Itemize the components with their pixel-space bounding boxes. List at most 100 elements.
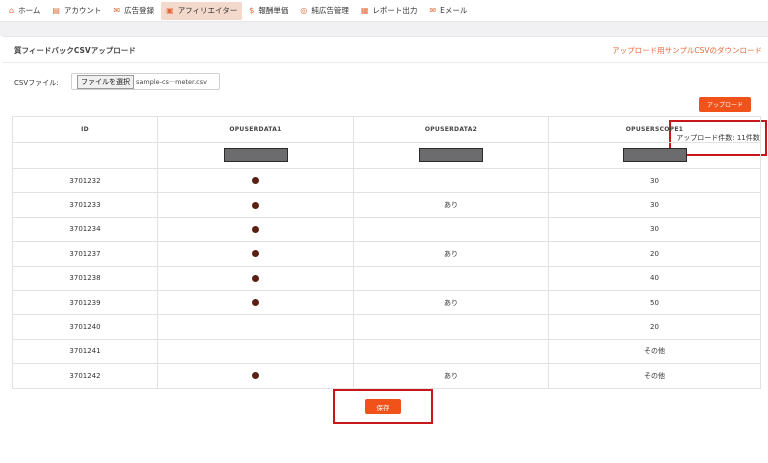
cell-opuserscope1: 30: [548, 192, 761, 218]
nav-item-1[interactable]: ▤ アカウント: [47, 2, 106, 20]
header-opuserdata2: OPUSERDATA2: [353, 116, 549, 143]
cell-id: 3701240: [12, 314, 158, 340]
cell-id: 3701241: [12, 338, 158, 365]
header-spacer: [0, 22, 768, 36]
ad-manage-icon: ◎: [300, 5, 308, 15]
file-input[interactable]: ファイルを選択 sample-cs···meter.csv: [71, 73, 220, 90]
nav-item-0[interactable]: ⌂ ホーム: [4, 2, 45, 20]
cell-opuserdata1: [157, 216, 354, 243]
table-row: 3701234 30: [12, 216, 761, 243]
nav-item-6[interactable]: ▦ レポート出力: [356, 2, 423, 20]
mail-icon: ✉: [429, 5, 437, 15]
cell-opuserscope1: その他: [548, 363, 761, 389]
filled-dot-icon: [252, 274, 259, 282]
page-title: 質フィードバックCSVアップロード: [14, 46, 136, 55]
cell-opuserdata2: [353, 216, 549, 243]
cell-opuserscope1: 30: [548, 167, 761, 194]
choose-file-button[interactable]: ファイルを選択: [77, 74, 134, 89]
cell-id: 3701233: [12, 192, 158, 218]
save-highlight: 保存: [333, 389, 433, 424]
table-row: 3701232 30: [12, 167, 761, 194]
table-row: 3701239 あり 50: [12, 289, 761, 316]
cell-id: 3701239: [12, 289, 158, 316]
nav-item-label: Eメール: [440, 6, 468, 15]
cell-opuserdata2: [353, 167, 549, 194]
selected-file-name: sample-cs···meter.csv: [136, 77, 207, 86]
upload-button[interactable]: アップロード: [699, 97, 751, 112]
filter-input-opuserdata1[interactable]: [223, 147, 288, 162]
nav-item-label: 報酬単価: [258, 6, 289, 15]
table-row: 3701233 あり 30: [12, 192, 761, 218]
filled-dot-icon: [252, 299, 259, 307]
filled-dot-icon: [252, 250, 259, 258]
filter-cell-id: [12, 142, 158, 169]
nav-item-label: アカウント: [63, 6, 102, 15]
table-row: 3701237 あり 20: [12, 241, 761, 267]
cell-opuserdata2: あり: [353, 363, 549, 389]
cell-id: 3701238: [12, 265, 158, 291]
filled-dot-icon: [252, 225, 259, 233]
cell-opuserdata1: [157, 167, 354, 194]
cell-opuserdata2: [353, 338, 549, 365]
filled-dot-icon: [252, 201, 259, 209]
cell-opuserdata1: [157, 241, 354, 267]
cell-id: 3701242: [12, 363, 158, 389]
table-header-row: ID OPUSERDATA1 OPUSERDATA2 OPUSERSCOPE1: [12, 116, 761, 143]
cell-opuserdata2: [353, 314, 549, 340]
filled-dot-icon: [252, 177, 259, 185]
table-row: 3701242 あり その他: [12, 363, 761, 389]
account-icon: ▤: [52, 5, 60, 15]
filter-row: [12, 142, 761, 169]
csv-file-label: CSVファイル:: [14, 79, 59, 87]
home-icon: ⌂: [9, 5, 15, 15]
table-row: 3701238 40: [12, 265, 761, 291]
filter-cell-opuserscope1: [548, 142, 761, 169]
nav-item-label: レポート出力: [372, 6, 418, 15]
nav-item-7[interactable]: ✉ Eメール: [424, 2, 472, 20]
cell-id: 3701237: [12, 241, 158, 267]
nav-item-2[interactable]: ✉ 広告登録: [108, 2, 159, 20]
cell-opuserdata2: あり: [353, 192, 549, 218]
cell-opuserdata1: [157, 192, 354, 218]
cell-opuserdata2: あり: [353, 241, 549, 267]
cell-opuserscope1: 20: [548, 314, 761, 340]
nav-item-label: アフィリエイター: [177, 6, 238, 15]
header-opuserscope1: OPUSERSCOPE1: [548, 116, 761, 143]
cell-opuserscope1: その他: [548, 338, 761, 365]
cell-opuserdata1: [157, 314, 354, 340]
nav-item-3[interactable]: ▣ アフィリエイター: [161, 1, 243, 20]
filter-input-opuserscope1[interactable]: [622, 147, 687, 162]
dollar-icon: $: [249, 5, 255, 15]
filter-cell-opuserdata2: [353, 142, 549, 169]
cell-opuserscope1: 30: [548, 216, 761, 243]
nav-item-label: 純広告管理: [311, 6, 349, 15]
table-row: 3701240 20: [12, 314, 761, 340]
nav-item-label: ホーム: [18, 6, 41, 15]
cell-opuserdata1: [157, 338, 354, 365]
nav-item-4[interactable]: $ 報酬単価: [244, 2, 293, 20]
top-navigation: ⌂ ホーム ▤ アカウント ✉ 広告登録 ▣ アフィリエイター $ 報酬単価 ◎ 純広告管理 ▦ レポート…: [0, 0, 768, 22]
filter-cell-opuserdata1: [157, 142, 354, 169]
filter-input-opuserdata2[interactable]: [419, 147, 483, 162]
cell-opuserdata1: [157, 289, 354, 316]
cell-opuserscope1: 50: [548, 289, 761, 316]
table-row: 3701241 その他: [12, 338, 761, 365]
affiliate-icon: ▣: [166, 5, 174, 15]
filled-dot-icon: [252, 372, 259, 380]
cell-opuserscope1: 40: [548, 265, 761, 291]
save-button[interactable]: 保存: [365, 399, 401, 414]
feedback-table: ID OPUSERDATA1 OPUSERDATA2 OPUSERSCOPE1 …: [12, 116, 761, 389]
cell-id: 3701232: [12, 167, 158, 194]
report-icon: ▦: [360, 5, 369, 15]
cell-opuserdata1: [157, 265, 354, 291]
cell-opuserdata1: [157, 363, 354, 389]
title-divider: [2, 62, 768, 63]
nav-item-label: 広告登録: [124, 6, 155, 15]
cell-opuserdata2: [353, 265, 549, 291]
header-opuserdata1: OPUSERDATA1: [157, 116, 354, 143]
sample-csv-download-link[interactable]: アップロード用サンプルCSVのダウンロード: [612, 45, 762, 56]
megaphone-icon: ✉: [113, 5, 121, 15]
cell-id: 3701234: [12, 216, 158, 243]
nav-item-5[interactable]: ◎ 純広告管理: [295, 2, 353, 20]
header-id: ID: [12, 116, 158, 143]
